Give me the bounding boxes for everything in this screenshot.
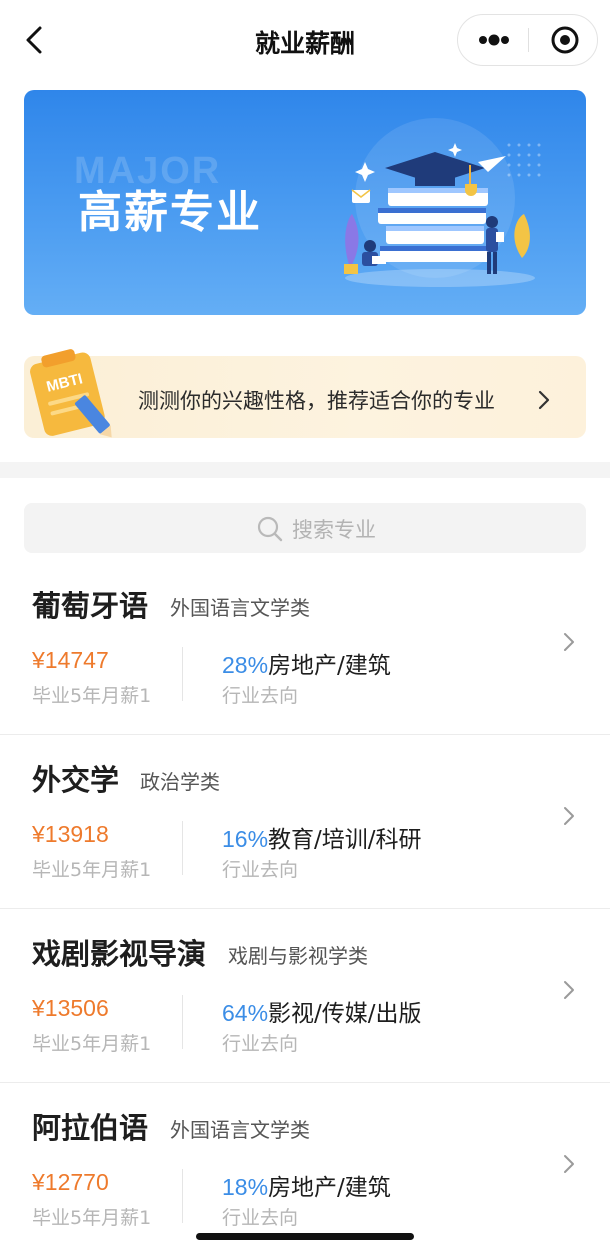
industry-info: 16%教育/培训/科研	[222, 820, 422, 854]
industry-percent: 18%	[222, 1174, 269, 1200]
salary-label: 毕业5年月薪1	[32, 859, 152, 881]
major-row[interactable]: 葡萄牙语 外国语言文学类 ¥14747 毕业5年月薪1 28%房地产/建筑 行业…	[0, 561, 610, 735]
major-name: 戏剧影视导演	[32, 937, 207, 971]
major-category: 政治学类	[140, 770, 220, 794]
salary-value: ¥13918	[32, 821, 109, 847]
major-row[interactable]: 外交学 政治学类 ¥13918 毕业5年月薪1 16%教育/培训/科研 行业去向	[0, 735, 610, 909]
major-row[interactable]: 戏剧影视导演 戏剧与影视学类 ¥13506 毕业5年月薪1 64%影视/传媒/出…	[0, 909, 610, 1083]
industry-percent: 28%	[222, 652, 269, 678]
home-indicator	[196, 1233, 414, 1240]
chevron-right-icon	[564, 633, 574, 651]
industry-label: 行业去向	[222, 685, 299, 707]
salary-value: ¥14747	[32, 647, 109, 673]
search-placeholder: 搜索专业	[292, 518, 376, 542]
column-divider	[182, 647, 183, 701]
graduation-books-illustration	[344, 118, 535, 287]
salary-label: 毕业5年月薪1	[32, 1207, 152, 1229]
major-name: 外交学	[32, 763, 120, 797]
mini-program-capsule	[457, 14, 598, 66]
industry-label: 行业去向	[222, 1033, 299, 1055]
major-name: 葡萄牙语	[32, 589, 149, 623]
industry-percent: 16%	[222, 826, 269, 852]
chevron-right-icon	[564, 981, 574, 999]
salary-label: 毕业5年月薪1	[32, 1033, 152, 1055]
major-category: 外国语言文学类	[170, 1118, 310, 1142]
more-dots-icon	[479, 34, 509, 46]
industry-percent: 64%	[222, 1000, 269, 1026]
nav-bar: 就业薪酬	[0, 0, 610, 82]
promo-text: 测测你的兴趣性格，推荐适合你的专业	[138, 389, 495, 413]
column-divider	[182, 995, 183, 1049]
close-program-button[interactable]	[529, 15, 597, 65]
salary-value: ¥12770	[32, 1169, 109, 1195]
industry-name: 房地产/建筑	[268, 1175, 391, 1201]
major-row[interactable]: 阿拉伯语 外国语言文学类 ¥12770 毕业5年月薪1 18%房地产/建筑 行业…	[0, 1083, 610, 1256]
industry-name: 影视/传媒/出版	[268, 1001, 422, 1027]
major-category: 戏剧与影视学类	[228, 944, 368, 968]
salary-value: ¥13506	[32, 995, 109, 1021]
column-divider	[182, 1169, 183, 1223]
industry-info: 18%房地产/建筑	[222, 1168, 391, 1202]
chevron-right-icon	[564, 1155, 574, 1173]
mbti-clipboard-icon: MBTI	[30, 349, 112, 438]
chevron-right-icon	[538, 390, 550, 410]
section-divider	[0, 462, 610, 478]
major-category: 外国语言文学类	[170, 596, 310, 620]
major-name: 阿拉伯语	[32, 1111, 149, 1145]
target-circle-icon	[551, 26, 579, 54]
banner-title: 高薪专业	[78, 187, 262, 238]
search-icon	[257, 516, 283, 542]
industry-label: 行业去向	[222, 859, 299, 881]
industry-name: 教育/培训/科研	[268, 827, 422, 853]
industry-info: 64%影视/传媒/出版	[222, 994, 422, 1028]
column-divider	[182, 821, 183, 875]
industry-name: 房地产/建筑	[268, 653, 391, 679]
salary-label: 毕业5年月薪1	[32, 685, 152, 707]
industry-info: 28%房地产/建筑	[222, 646, 391, 680]
industry-label: 行业去向	[222, 1207, 299, 1229]
chevron-right-icon	[564, 807, 574, 825]
more-button[interactable]	[458, 15, 528, 65]
